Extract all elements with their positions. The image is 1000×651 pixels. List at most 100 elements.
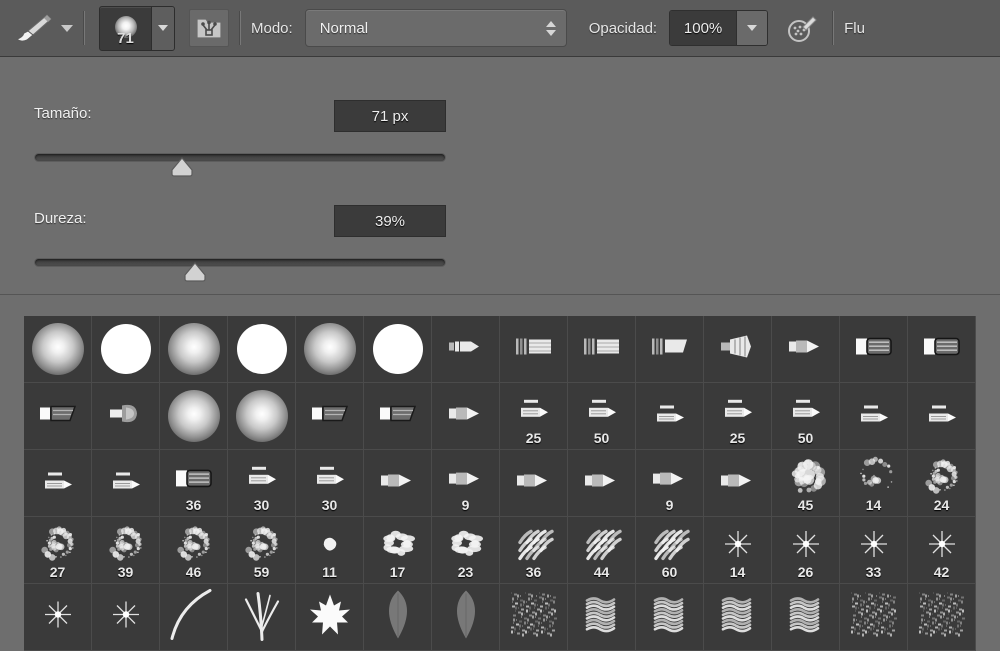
brush-preset-cell[interactable]: 17 xyxy=(364,517,432,584)
hard-round-brush-icon xyxy=(100,324,151,374)
size-slider-thumb[interactable] xyxy=(169,157,195,177)
brush-preset-cell[interactable] xyxy=(228,316,296,383)
scribble-tex-brush-icon xyxy=(648,593,692,642)
brush-preset-cell[interactable] xyxy=(364,584,432,651)
brush-preset-cell[interactable] xyxy=(160,383,228,450)
brush-preset-cell[interactable]: 14 xyxy=(840,450,908,517)
flow-label: Flu xyxy=(844,19,865,37)
brush-preset-cell[interactable]: 11 xyxy=(296,517,364,584)
brush-preset-cell[interactable] xyxy=(432,383,500,450)
brush-preset-cell[interactable] xyxy=(296,383,364,450)
brush-tip-preview[interactable]: 71 xyxy=(100,7,151,50)
brush-preset-cell[interactable]: 23 xyxy=(432,517,500,584)
brush-preset-cell[interactable] xyxy=(364,316,432,383)
brush-preset-cell[interactable] xyxy=(704,450,772,517)
brush-preset-cell[interactable]: 60 xyxy=(636,517,704,584)
hardness-value-field[interactable]: 39% xyxy=(334,205,446,237)
brush-preset-cell[interactable] xyxy=(24,584,92,651)
opacity-value[interactable]: 100% xyxy=(670,11,737,45)
brush-preset-cell[interactable] xyxy=(568,450,636,517)
brush-preset-cell[interactable] xyxy=(908,316,976,383)
brush-preset-cell[interactable] xyxy=(772,316,840,383)
brush-preset-cell[interactable] xyxy=(636,383,704,450)
brush-preset-cell[interactable] xyxy=(840,316,908,383)
brush-preset-cell[interactable]: 25 xyxy=(500,383,568,450)
brush-preset-cell[interactable] xyxy=(704,316,772,383)
size-value-field[interactable]: 71 px xyxy=(334,100,446,132)
brush-preset-cell[interactable] xyxy=(772,584,840,651)
brush-preset-size-label: 14 xyxy=(865,497,882,513)
brush-preset-cell[interactable]: 26 xyxy=(772,517,840,584)
brush-preset-well[interactable]: 71 xyxy=(99,5,175,51)
brush-preset-cell[interactable] xyxy=(92,316,160,383)
brush-preset-cell[interactable]: 39 xyxy=(92,517,160,584)
brush-preset-cell[interactable]: 33 xyxy=(840,517,908,584)
marker-tip-brush-icon xyxy=(721,399,755,427)
brush-preset-cell[interactable] xyxy=(160,584,228,651)
chevron-down-icon[interactable] xyxy=(61,24,73,32)
brush-preset-cell[interactable] xyxy=(432,316,500,383)
brush-preset-cell[interactable] xyxy=(364,450,432,517)
chevron-down-icon xyxy=(158,25,168,31)
brush-preset-cell[interactable] xyxy=(160,316,228,383)
brush-preset-cell[interactable] xyxy=(24,383,92,450)
brush-preset-cell[interactable]: 50 xyxy=(772,383,840,450)
hardness-slider-track[interactable] xyxy=(34,258,446,267)
brush-preset-cell[interactable] xyxy=(840,383,908,450)
brush-preset-cell[interactable]: 24 xyxy=(908,450,976,517)
brush-preset-cell[interactable] xyxy=(432,584,500,651)
brush-preset-cell[interactable] xyxy=(228,584,296,651)
hardness-slider-thumb[interactable] xyxy=(182,262,208,282)
brush-preset-cell[interactable] xyxy=(92,383,160,450)
brush-preset-cell[interactable]: 44 xyxy=(568,517,636,584)
brush-preset-cell[interactable]: 46 xyxy=(160,517,228,584)
brush-preset-cell[interactable] xyxy=(908,383,976,450)
star-sparkle-brush-icon xyxy=(43,600,73,635)
brush-preset-cell[interactable] xyxy=(908,584,976,651)
brush-preset-cell[interactable] xyxy=(500,316,568,383)
brush-preset-cell[interactable]: 9 xyxy=(432,450,500,517)
brush-preset-cell[interactable]: 25 xyxy=(704,383,772,450)
brush-tool-button[interactable] xyxy=(14,11,73,45)
soft-round-brush-icon xyxy=(167,390,220,442)
brush-preset-cell[interactable] xyxy=(568,316,636,383)
brush-preset-dropdown-button[interactable] xyxy=(151,6,174,50)
brush-preset-cell[interactable]: 9 xyxy=(636,450,704,517)
brush-preset-cell[interactable]: 36 xyxy=(160,450,228,517)
brush-preset-cell[interactable] xyxy=(636,316,704,383)
brush-preset-cell[interactable] xyxy=(92,584,160,651)
brush-preset-cell[interactable]: 36 xyxy=(500,517,568,584)
marker-tip-low-brush-icon xyxy=(109,470,143,497)
brush-presets-grid[interactable]: 25 50 25 50 36 30 30 9 9 45 14 24 27 39 46 59 11 17 23 36 44… xyxy=(24,316,976,651)
brush-preset-cell[interactable] xyxy=(92,450,160,517)
brush-preset-cell[interactable] xyxy=(364,383,432,450)
brush-preset-cell[interactable] xyxy=(296,316,364,383)
brush-preset-cell[interactable] xyxy=(636,584,704,651)
brush-preset-cell[interactable] xyxy=(296,584,364,651)
toggle-brush-panel-button[interactable] xyxy=(189,9,229,47)
brush-preset-cell[interactable] xyxy=(840,584,908,651)
size-slider-track[interactable] xyxy=(34,153,446,162)
airbrush-toggle-button[interactable] xyxy=(782,10,822,46)
brush-preset-cell[interactable] xyxy=(500,450,568,517)
blend-mode-select[interactable]: Normal xyxy=(304,9,567,47)
brush-preset-cell[interactable] xyxy=(228,383,296,450)
brush-preset-cell[interactable]: 50 xyxy=(568,383,636,450)
brush-preset-cell[interactable]: 14 xyxy=(704,517,772,584)
grass-arc-brush-icon xyxy=(168,589,220,646)
spinner-updown-icon[interactable] xyxy=(545,20,556,36)
brush-preset-cell[interactable] xyxy=(24,316,92,383)
brush-preset-cell[interactable] xyxy=(500,584,568,651)
opacity-dropdown-button[interactable] xyxy=(736,11,768,45)
brush-preset-cell[interactable] xyxy=(24,450,92,517)
brush-preset-cell[interactable]: 59 xyxy=(228,517,296,584)
brush-preset-cell[interactable] xyxy=(568,584,636,651)
brush-preset-cell[interactable]: 42 xyxy=(908,517,976,584)
brush-preset-cell[interactable]: 45 xyxy=(772,450,840,517)
brush-preset-cell[interactable]: 30 xyxy=(228,450,296,517)
opacity-field[interactable]: 100% xyxy=(669,10,769,46)
brush-preset-cell[interactable] xyxy=(704,584,772,651)
maple-leaf-brush-icon xyxy=(308,593,352,642)
brush-preset-cell[interactable]: 30 xyxy=(296,450,364,517)
brush-preset-cell[interactable]: 27 xyxy=(24,517,92,584)
